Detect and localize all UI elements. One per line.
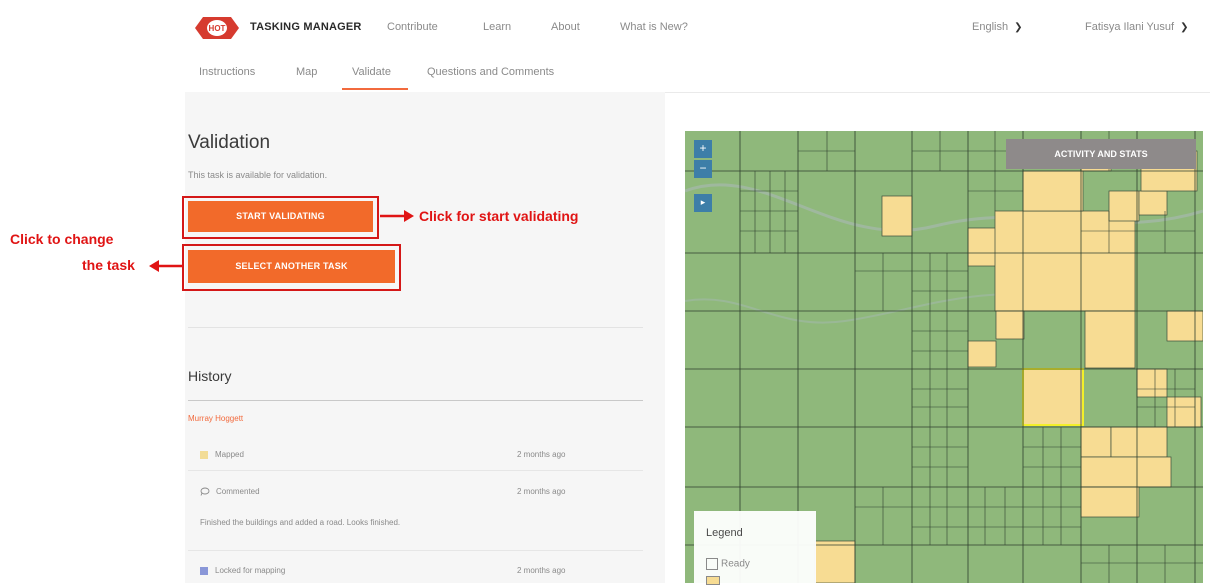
- history-comment-text: Finished the buildings and added a road.…: [200, 518, 401, 527]
- history-separator: [188, 550, 643, 551]
- tab-questions-comments[interactable]: Questions and Comments: [427, 66, 554, 78]
- locked-square-icon: [200, 566, 208, 575]
- nav-what-is-new[interactable]: What is New?: [620, 21, 688, 33]
- chevron-down-icon: ❯: [1014, 22, 1023, 33]
- tab-validate[interactable]: Validate: [352, 66, 391, 78]
- history-entry-locked: Locked for mapping: [200, 566, 285, 575]
- history-time: 2 months ago: [517, 566, 566, 575]
- activity-and-stats-button[interactable]: ACTIVITY AND STATS: [1006, 139, 1196, 169]
- history-entry-commented: Commented: [200, 487, 260, 497]
- section-divider: [188, 327, 643, 328]
- annotation-start: Click for start validating: [419, 208, 579, 224]
- hot-logo-icon[interactable]: HOT: [193, 12, 241, 44]
- tab-map[interactable]: Map: [296, 66, 317, 78]
- history-title: History: [188, 368, 232, 384]
- logo-text: HOT: [209, 24, 226, 33]
- arrow-right-icon: [380, 210, 414, 222]
- history-action: Mapped: [215, 450, 244, 459]
- annotation-change-line1: Click to change: [10, 231, 114, 247]
- legend-title: Legend: [706, 527, 743, 539]
- history-entry-mapped: Mapped: [200, 450, 244, 459]
- history-separator: [188, 470, 643, 471]
- select-another-task-button[interactable]: SELECT ANOTHER TASK: [188, 250, 395, 283]
- start-validating-button[interactable]: START VALIDATING: [188, 201, 373, 232]
- map-legend: [694, 511, 816, 583]
- history-action: Locked for mapping: [215, 566, 286, 575]
- active-tab-indicator: [342, 88, 408, 90]
- selected-task-cell: [1022, 368, 1084, 426]
- user-menu[interactable]: Fatisya Ilani Yusuf ❯: [1085, 21, 1188, 33]
- layers-toggle-button[interactable]: ▸: [694, 194, 712, 212]
- user-name: Fatisya Ilani Yusuf: [1085, 21, 1175, 33]
- mapped-square-icon: [200, 450, 208, 459]
- arrow-left-icon: [149, 260, 183, 272]
- task-tabs: [185, 56, 1210, 93]
- history-time: 2 months ago: [517, 450, 566, 459]
- chevron-down-icon: ❯: [1180, 22, 1189, 33]
- validation-panel: [185, 92, 665, 583]
- language-selector[interactable]: English ❯: [972, 21, 1022, 33]
- history-time: 2 months ago: [517, 487, 566, 496]
- history-divider: [188, 400, 643, 401]
- language-label: English: [972, 21, 1009, 33]
- brand-name[interactable]: TASKING MANAGER: [250, 21, 362, 33]
- nav-contribute[interactable]: Contribute: [387, 21, 438, 33]
- legend-label: Ready: [721, 558, 750, 570]
- nav-learn[interactable]: Learn: [483, 21, 511, 33]
- page-title: Validation: [188, 132, 271, 153]
- history-user-link[interactable]: Murray Hoggett: [188, 414, 243, 423]
- availability-text: This task is available for validation.: [188, 170, 328, 180]
- mapped-square-icon: [706, 576, 720, 585]
- nav-about[interactable]: About: [551, 21, 580, 33]
- zoom-in-button[interactable]: +: [694, 140, 712, 158]
- zoom-out-button[interactable]: −: [694, 160, 712, 178]
- tab-instructions[interactable]: Instructions: [199, 66, 255, 78]
- legend-item-ready: Ready: [706, 558, 750, 570]
- comment-icon: [200, 487, 210, 497]
- annotation-change-line2: the task: [82, 257, 135, 273]
- history-action: Commented: [216, 487, 260, 496]
- ready-square-icon: [706, 558, 718, 570]
